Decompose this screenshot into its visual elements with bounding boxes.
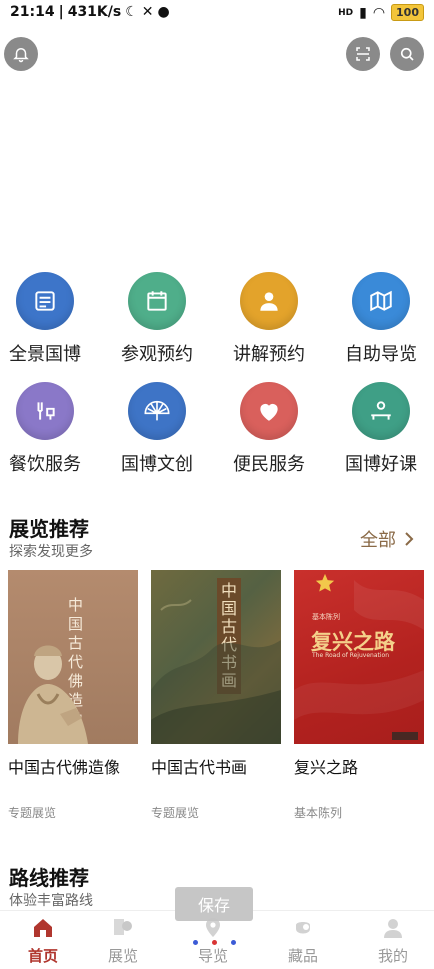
tab-label: 展览 — [107, 947, 138, 965]
status-speed: 431K/s — [67, 4, 122, 20]
scan-button[interactable] — [346, 37, 380, 71]
view-all-link[interactable]: 全部 — [360, 526, 414, 552]
exhibition-card[interactable]: 基本陈列 复兴之路 The Road of Rejuvenation 复兴之路 … — [294, 570, 424, 820]
grid-label: 全景国博 — [9, 344, 81, 365]
tab-collections[interactable]: 藏品 — [260, 911, 346, 969]
routes-title: 路线推荐 — [9, 866, 89, 890]
grid-label: 讲解预约 — [233, 344, 305, 365]
dot-icon — [193, 940, 198, 945]
map-icon — [352, 272, 410, 330]
collection-icon — [296, 922, 310, 934]
exhibition-cover: 中国古代佛造像 — [8, 570, 138, 744]
signal-icon: ▮ — [359, 4, 367, 21]
grid-label: 餐饮服务 — [9, 454, 81, 475]
grid-item-courses[interactable]: 国博好课 — [331, 382, 431, 476]
lecture-icon — [352, 382, 410, 440]
cover-label: 基本陈列 — [312, 613, 340, 621]
view-all-label: 全部 — [360, 530, 396, 551]
grid-item-guide-booking[interactable]: 讲解预约 — [219, 272, 319, 366]
exhibition-card[interactable]: 中国古代佛造像 中国古代佛造像 专题展览 — [8, 570, 138, 820]
exhibition-title: 复兴之路 — [294, 758, 359, 777]
chevron-right-icon — [405, 532, 414, 546]
grid-item-self-guide[interactable]: 自助导览 — [331, 272, 431, 366]
exhibition-cover: 中国古代书画 — [151, 570, 281, 744]
panorama-icon — [16, 272, 74, 330]
mute-icon: ✕ — [141, 4, 154, 20]
grid-label: 自助导览 — [345, 344, 417, 365]
buddha-statue-illustration — [18, 645, 88, 744]
calendar-icon — [128, 272, 186, 330]
routes-subtitle: 体验丰富路线 — [9, 893, 93, 909]
exhibition-cover: 基本陈列 复兴之路 The Road of Rejuvenation — [294, 570, 424, 744]
exhibition-tag: 专题展览 — [151, 806, 200, 820]
profile-icon — [384, 919, 402, 938]
dot-icon — [231, 940, 236, 945]
landscape-painting-illustration — [151, 599, 281, 744]
hero-banner[interactable] — [0, 76, 434, 266]
grid-label: 国博文创 — [121, 454, 193, 475]
page-dots — [193, 940, 237, 946]
scan-icon — [356, 47, 370, 61]
status-bar: 21:14 | 431K/s ☾ ✕ ● HD ▮ ◠ 100 — [0, 0, 434, 26]
home-icon — [34, 919, 52, 937]
exhibition-tag: 专题展览 — [8, 806, 57, 820]
dining-icon — [16, 382, 74, 440]
exhibition-card[interactable]: 中国古代书画 中国古代书画 专题展览 — [151, 570, 281, 820]
hd-label: HD — [338, 7, 354, 18]
moon-icon: ☾ — [125, 4, 138, 20]
bell-icon — [13, 48, 29, 63]
exhibition-title: 中国古代佛造像 — [8, 758, 121, 777]
search-button[interactable] — [390, 37, 424, 71]
tab-label: 首页 — [27, 947, 58, 965]
exhibitions-title: 展览推荐 — [9, 517, 89, 541]
tab-home[interactable]: 首页 — [0, 911, 86, 969]
save-toast: 保存 — [175, 887, 253, 921]
search-icon — [400, 47, 414, 61]
tab-label: 导览 — [197, 947, 228, 965]
cover-logo — [392, 732, 418, 740]
heart-hand-icon — [240, 382, 298, 440]
tab-exhibitions[interactable]: 展览 — [80, 911, 166, 969]
tab-profile[interactable]: 我的 — [350, 911, 434, 969]
exhibition-tag: 基本陈列 — [294, 806, 343, 820]
tab-label: 我的 — [377, 947, 408, 965]
app-notification-icon: ● — [157, 4, 170, 20]
fan-icon — [128, 382, 186, 440]
status-time: 21:14 — [10, 4, 55, 20]
dot-icon — [212, 940, 217, 945]
exhibition-icon — [114, 919, 132, 935]
grid-item-convenience[interactable]: 便民服务 — [219, 382, 319, 476]
grid-item-panorama[interactable]: 全景国博 — [0, 272, 95, 366]
grid-label: 国博好课 — [345, 454, 417, 475]
notification-button[interactable] — [4, 37, 38, 71]
status-separator: | — [58, 4, 64, 20]
cover-subtitle: The Road of Rejuvenation — [312, 652, 389, 659]
battery-indicator: 100 — [391, 4, 424, 21]
exhibition-title: 中国古代书画 — [151, 758, 248, 777]
grid-item-visit-booking[interactable]: 参观预约 — [107, 272, 207, 366]
grid-item-dining[interactable]: 餐饮服务 — [0, 382, 95, 476]
grid-label: 参观预约 — [121, 344, 193, 365]
grid-label: 便民服务 — [233, 454, 305, 475]
guide-person-icon — [240, 272, 298, 330]
tab-label: 藏品 — [287, 947, 318, 965]
wifi-icon: ◠ — [372, 4, 386, 21]
grid-item-cultural-creation[interactable]: 国博文创 — [107, 382, 207, 476]
exhibitions-subtitle: 探索发现更多 — [9, 544, 93, 560]
